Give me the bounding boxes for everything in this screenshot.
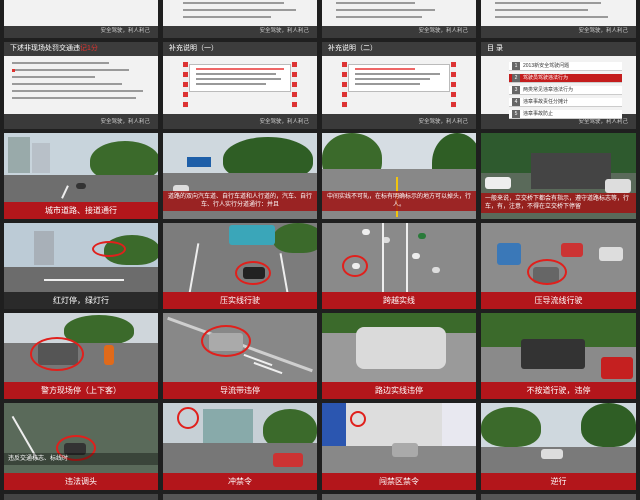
slide-thumbnail[interactable]: 城市道路、接道通行: [4, 133, 158, 219]
slide-sorter-grid: 安全驾驶，利人利己 安全驾驶，利人利己 安全驾驶，利人利己 安全驾驶，利人利己 …: [0, 0, 640, 500]
table-of-contents: 1 2013新安全驾驶问题 2 驾驶员驾驶违法行为 3 两类常见违章违法行为 4 违章事…: [509, 62, 622, 122]
notice-banner-illustration: [340, 62, 458, 108]
notice-banner-illustration: [181, 62, 299, 108]
slide-thumbnail[interactable]: 补充说明（二） 安全驾驶，利人利己: [322, 42, 476, 129]
slide-caption: 红灯停，绿灯行: [4, 292, 158, 309]
slide-thumbnail[interactable]: 下述非现场处罚交通违记1分 安全驾驶，利人利己: [4, 42, 158, 129]
slide-caption: 城市道路、接道通行: [4, 202, 158, 219]
slide-caption: 跨越实线: [322, 292, 476, 309]
slide-thumbnail[interactable]: [322, 494, 476, 500]
slide-thumbnail[interactable]: 跨越实线: [322, 223, 476, 309]
slide-title: 目 录: [481, 42, 636, 56]
slide-footer: 安全驾驶，利人利己: [578, 28, 628, 34]
slide-thumbnail[interactable]: 闯禁区禁令: [322, 403, 476, 490]
slide-thumbnail[interactable]: [163, 494, 317, 500]
slide-caption: 压实线行驶: [163, 292, 317, 309]
slide-caption: 压导流线行驶: [481, 292, 636, 309]
slide-footer: 安全驾驶，利人利己: [418, 119, 468, 125]
slide-caption: 路边实线违停: [322, 382, 476, 399]
slide-thumbnail[interactable]: 违反交通标志、标线时 违法调头: [4, 403, 158, 490]
slide-caption: 警方现场停（上下客）: [4, 382, 158, 399]
slide-thumbnail[interactable]: 补充说明（一） 安全驾驶，利人利己: [163, 42, 317, 129]
slide-thumbnail[interactable]: 不按道行驶，违停: [481, 313, 636, 399]
slide-thumbnail[interactable]: 中间实线不可轧，在标有明确标示的地方可以掉头，行人。: [322, 133, 476, 219]
slide-thumbnail[interactable]: 红灯停，绿灯行: [4, 223, 158, 309]
slide-thumbnail[interactable]: 一般来说，立交桥下都会有指示，遵守道路标志等，行车，有，注意，不得在立交桥下停留: [481, 133, 636, 219]
slide-thumbnail[interactable]: [4, 494, 158, 500]
slide-annotation: 违反交通标志、标线时: [4, 453, 158, 465]
slide-footer: 安全驾驶，利人利己: [259, 119, 309, 125]
toc-item[interactable]: 4 违章事故责任分摊计: [509, 98, 622, 107]
slide-footer: 安全驾驶，利人利己: [578, 119, 628, 125]
slide-thumbnail[interactable]: 道路的双向汽车道、自行车道和人行道的，汽车、自行车、行人实行分道通行：并且: [163, 133, 317, 219]
slide-thumbnail[interactable]: 压导流线行驶: [481, 223, 636, 309]
slide-thumbnail[interactable]: 安全驾驶，利人利己: [4, 0, 158, 38]
slide-caption: 违法调头: [4, 473, 158, 490]
slide-thumbnail[interactable]: 安全驾驶，利人利己: [322, 0, 476, 38]
slide-annotation: 一般来说，立交桥下都会有指示，遵守道路标志等，行车，有，注意，不得在立交桥下停留: [481, 193, 636, 213]
toc-item[interactable]: 1 2013新安全驾驶问题: [509, 62, 622, 71]
slide-caption: 冲禁令: [163, 473, 317, 490]
slide-footer: 安全驾驶，利人利己: [100, 119, 150, 125]
toc-item[interactable]: 3 两类常见违章违法行为: [509, 86, 622, 95]
toc-item[interactable]: 2 驾驶员驾驶违法行为: [509, 74, 622, 83]
slide-annotation: 中间实线不可轧，在标有明确标示的地方可以掉头，行人。: [322, 191, 476, 211]
slide-caption: 闯禁区禁令: [322, 473, 476, 490]
slide-thumbnail[interactable]: 压实线行驶: [163, 223, 317, 309]
slide-title: 补充说明（二）: [322, 42, 476, 56]
slide-thumbnail[interactable]: [481, 494, 636, 500]
slide-thumbnail[interactable]: 路边实线违停: [322, 313, 476, 399]
slide-caption: 不按道行驶，违停: [481, 382, 636, 399]
slide-caption: 逆行: [481, 473, 636, 490]
slide-thumbnail[interactable]: 目 录 1 2013新安全驾驶问题 2 驾驶员驾驶违法行为 3 两类常见违章违法行为 …: [481, 42, 636, 129]
slide-footer: 安全驾驶，利人利己: [100, 28, 150, 34]
slide-thumbnail[interactable]: 安全驾驶，利人利己: [481, 0, 636, 38]
slide-thumbnail[interactable]: 警方现场停（上下客）: [4, 313, 158, 399]
slide-thumbnail[interactable]: 安全驾驶，利人利己: [163, 0, 317, 38]
slide-annotation: 道路的双向汽车道、自行车道和人行道的，汽车、自行车、行人实行分道通行：并且: [163, 191, 317, 211]
slide-thumbnail[interactable]: 逆行: [481, 403, 636, 490]
slide-title: 下述非现场处罚交通违记1分: [4, 42, 158, 56]
slide-thumbnail[interactable]: 冲禁令: [163, 403, 317, 490]
slide-footer: 安全驾驶，利人利己: [418, 28, 468, 34]
slide-caption: 导流带违停: [163, 382, 317, 399]
slide-thumbnail[interactable]: 导流带违停: [163, 313, 317, 399]
slide-title: 补充说明（一）: [163, 42, 317, 56]
slide-footer: 安全驾驶，利人利己: [259, 28, 309, 34]
